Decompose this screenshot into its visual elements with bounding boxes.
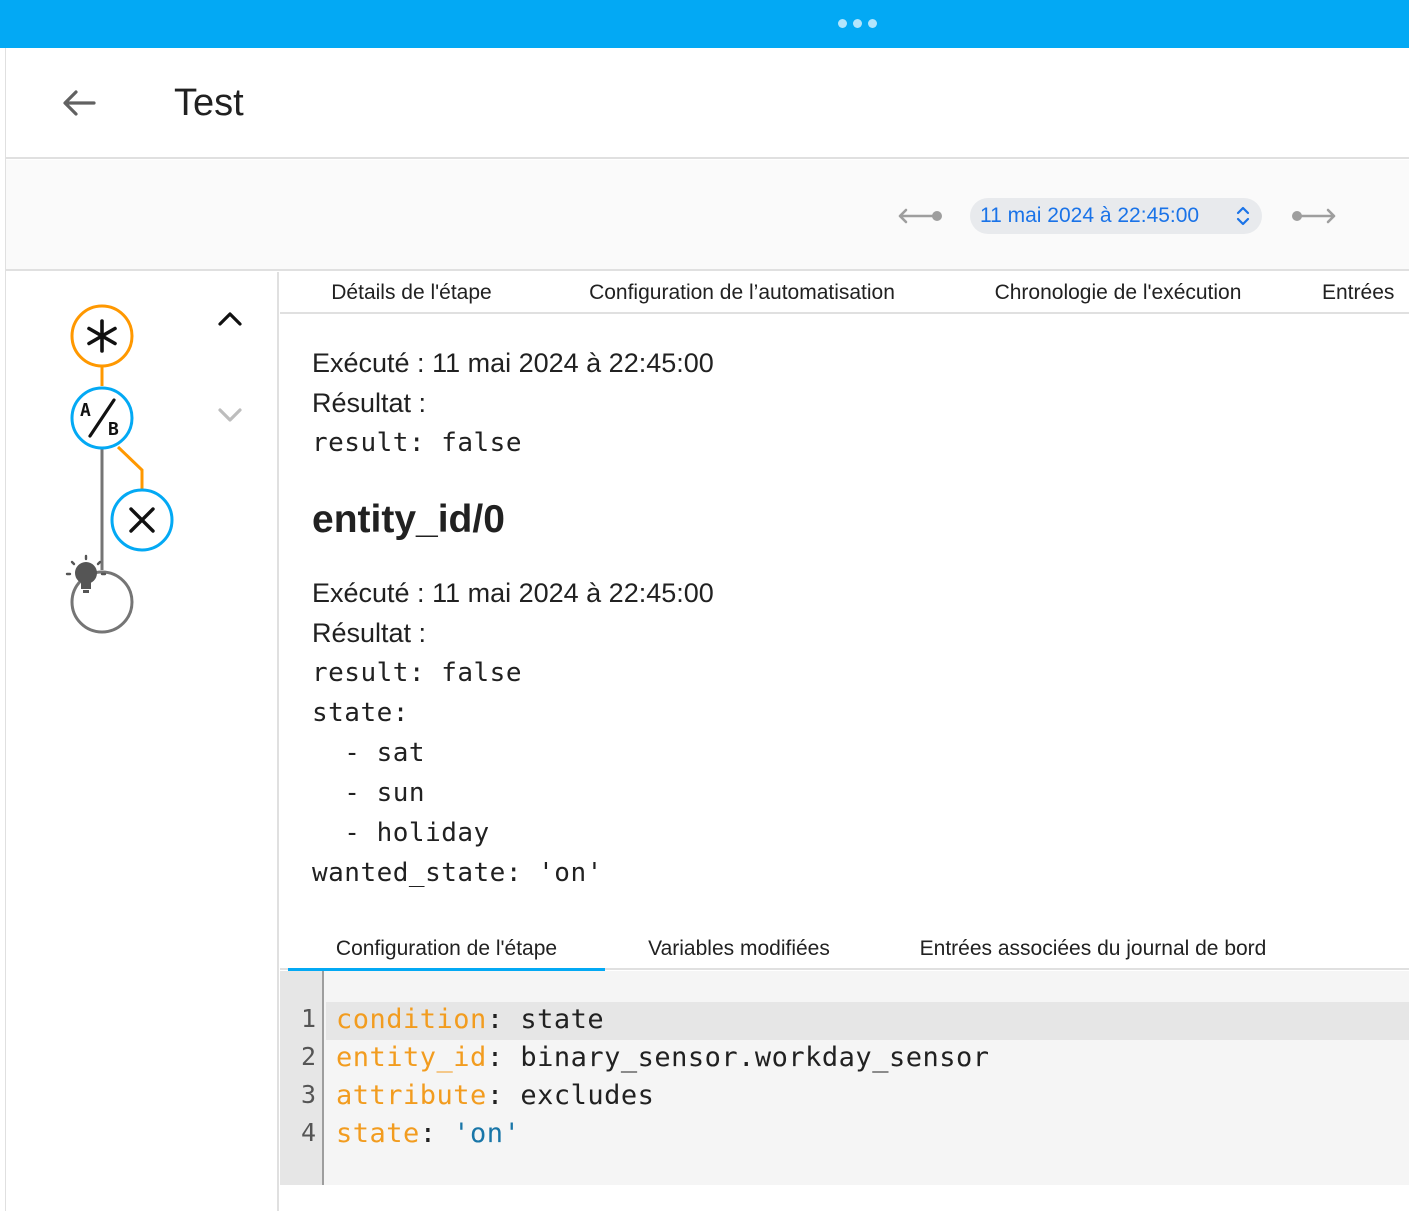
line-number: 3 (300, 1080, 316, 1109)
step-tabs: Configuration de l'étape Variables modif… (280, 928, 1409, 972)
next-trace-button[interactable] (1288, 204, 1338, 228)
trace-tabs: Détails de l'étape Configuration de l’au… (280, 272, 1409, 314)
executed-time: Exécuté : 11 mai 2024 à 22:45:00 (312, 578, 714, 608)
arrow-left-bar-icon (898, 208, 942, 224)
code-line[interactable]: condition: state (336, 1004, 604, 1035)
unfold-icon (1236, 206, 1250, 226)
code-line[interactable]: state: 'on' (336, 1118, 520, 1149)
panel-bottom (280, 1185, 1409, 1211)
run-selector[interactable]: 11 mai 2024 à 22:45:00 (970, 198, 1262, 234)
result-yaml-line: wanted_state: 'on' (312, 858, 603, 888)
page-header: Test (6, 48, 1409, 159)
svg-text:A: A (80, 400, 91, 421)
chevron-down-icon (218, 408, 242, 422)
tab-logbook-entries[interactable]: Entrées (1306, 272, 1409, 312)
previous-trace-button[interactable] (896, 204, 946, 228)
step-down-button[interactable] (212, 400, 248, 430)
stop-node[interactable] (110, 488, 174, 552)
condition-node[interactable]: A B (70, 386, 134, 450)
tab-run-timeline[interactable]: Chronologie de l'exécution (964, 272, 1272, 312)
code-line[interactable]: attribute: excludes (336, 1080, 654, 1111)
back-button[interactable] (56, 80, 100, 124)
line-number: 1 (300, 1004, 316, 1033)
line-number: 2 (300, 1042, 316, 1071)
result-yaml-line: - sun (312, 778, 426, 808)
tab-related-logbook[interactable]: Entrées associées du journal de bord (890, 928, 1296, 970)
tab-changed-variables[interactable]: Variables modifiées (622, 928, 856, 970)
run-selector-value: 11 mai 2024 à 22:45:00 (980, 204, 1200, 227)
trigger-node[interactable] (70, 304, 134, 368)
result-label: Résultat : (312, 618, 427, 648)
step-up-button[interactable] (212, 304, 248, 334)
result-yaml-line: - holiday (312, 818, 490, 848)
result-label: Résultat : (312, 388, 427, 418)
code-line[interactable]: entity_id: binary_sensor.workday_sensor (336, 1042, 989, 1073)
chevron-up-icon (218, 312, 242, 326)
arrow-right-bar-icon (1292, 208, 1336, 224)
result-value: result: false (312, 428, 522, 458)
more-dots-icon[interactable] (838, 19, 877, 28)
top-app-bar (0, 0, 1409, 48)
line-number-gutter: 1 2 3 4 (280, 971, 324, 1185)
result-yaml-line: result: false (312, 658, 522, 688)
yaml-code-editor[interactable]: 1 2 3 4 condition: state entity_id: bina… (280, 971, 1409, 1185)
executed-time: Exécuté : 11 mai 2024 à 22:45:00 (312, 348, 714, 378)
svg-text:B: B (108, 419, 119, 440)
tab-step-details[interactable]: Détails de l'étape (288, 272, 535, 312)
page-title: Test (174, 82, 244, 124)
arrow-left-icon (63, 90, 96, 116)
tab-step-config[interactable]: Configuration de l'étape (288, 928, 605, 972)
line-number: 4 (300, 1118, 316, 1147)
result-yaml-line: state: (312, 698, 409, 728)
section-heading: entity_id/0 (312, 498, 505, 541)
trace-graph-panel: A B (6, 272, 279, 1211)
result-yaml-line: - sat (312, 738, 426, 768)
action-node[interactable] (65, 554, 134, 634)
tab-automation-config[interactable]: Configuration de l’automatisation (552, 272, 932, 312)
trace-toolbar: 11 mai 2024 à 22:45:00 (6, 160, 1409, 271)
